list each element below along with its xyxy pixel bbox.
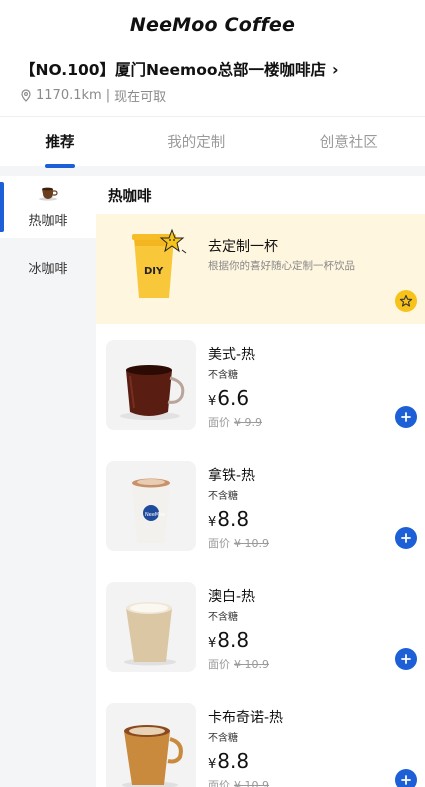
category-label: 冰咖啡 — [28, 261, 68, 277]
original-price: 面价 ¥ 9.9 — [208, 414, 262, 430]
currency-symbol: ¥ — [208, 757, 217, 772]
product-sugar: 不含糖 — [208, 370, 238, 381]
store-status: 现在可取 — [114, 90, 167, 105]
product-item[interactable]: 美式-热 不含糖 ¥ 6.6 面价 ¥ 9.9 — [96, 324, 425, 445]
currency-symbol: ¥ — [208, 636, 217, 651]
store-distance: 1170.1km — [36, 88, 102, 103]
americano-image — [106, 340, 196, 430]
product-price: ¥ 8.8 — [208, 628, 249, 652]
diy-card[interactable]: DIY 去定制一杯 根据你的喜好随心定制一杯饮品 — [96, 214, 425, 324]
menu-content: 热咖啡 冰咖啡 热咖啡 DIY 去定制一杯 根据你的喜好随心定制一杯饮品 美式-… — [0, 176, 425, 787]
original-price: 面价 ¥ 10.9 — [208, 777, 269, 787]
cappuccino-image — [106, 703, 196, 787]
original-price: 面价 ¥ 10.9 — [208, 535, 269, 551]
product-sugar: 不含糖 — [208, 612, 238, 623]
add-to-cart-button[interactable] — [395, 648, 417, 670]
add-to-cart-button[interactable] — [395, 406, 417, 428]
price-value: 6.6 — [217, 386, 250, 410]
tab-bar: 推荐 我的定制 创意社区 — [0, 116, 425, 166]
meta-separator: | — [105, 88, 111, 103]
coffee-cup-icon — [37, 185, 59, 206]
orig-price-value: ¥ 10.9 — [234, 779, 269, 787]
plus-icon — [401, 775, 411, 785]
plus-icon — [401, 654, 411, 664]
product-price: ¥ 8.8 — [208, 507, 249, 531]
orig-price-value: ¥ 10.9 — [234, 537, 269, 550]
svg-text:NeeMoo: NeeMoo — [145, 512, 165, 518]
tab-community[interactable]: 创意社区 — [273, 117, 425, 166]
category-hot-coffee[interactable]: 热咖啡 — [0, 176, 96, 238]
add-to-cart-button[interactable] — [395, 769, 417, 787]
product-item[interactable]: NeeMoo 拿铁-热 不含糖 ¥ 8.8 面价 ¥ 10.9 — [96, 445, 425, 566]
diy-title: 去定制一杯 — [208, 239, 278, 255]
price-value: 8.8 — [217, 507, 250, 531]
store-name-row[interactable]: 【NO.100】厦门Neemoo总部一楼咖啡店 › — [20, 58, 405, 80]
chevron-right-icon: › — [332, 59, 339, 79]
svg-text:DIY: DIY — [144, 266, 164, 277]
plus-icon — [401, 533, 411, 543]
add-to-cart-button[interactable] — [395, 527, 417, 549]
orig-label: 面价 — [208, 779, 230, 787]
product-item[interactable]: 澳白-热 不含糖 ¥ 8.8 面价 ¥ 10.9 — [96, 566, 425, 687]
product-price: ¥ 6.6 — [208, 386, 249, 410]
product-sugar: 不含糖 — [208, 733, 238, 744]
store-name: 【NO.100】厦门Neemoo总部一楼咖啡店 — [20, 61, 326, 79]
diy-cup-icon: DIY — [130, 228, 187, 302]
latte-image: NeeMoo — [106, 461, 196, 551]
orig-label: 面价 — [208, 658, 230, 671]
price-value: 8.8 — [217, 749, 250, 773]
plus-icon — [401, 412, 411, 422]
orig-label: 面价 — [208, 416, 230, 429]
product-name: 美式-热 — [208, 347, 256, 363]
location-pin-icon — [20, 89, 32, 102]
star-icon[interactable] — [395, 290, 417, 312]
category-iced-coffee[interactable]: 冰咖啡 — [0, 238, 96, 296]
original-price: 面价 ¥ 10.9 — [208, 656, 269, 672]
brand-logo: NeeMoo Coffee — [129, 14, 296, 36]
store-meta: 1170.1km | 现在可取 — [20, 86, 405, 105]
tab-recommend[interactable]: 推荐 — [0, 117, 120, 166]
category-sidebar: 热咖啡 冰咖啡 — [0, 176, 96, 787]
orig-label: 面价 — [208, 537, 230, 550]
orig-price-value: ¥ 9.9 — [234, 416, 262, 429]
price-value: 8.8 — [217, 628, 250, 652]
diy-subtitle: 根据你的喜好随心定制一杯饮品 — [208, 260, 355, 272]
product-price: ¥ 8.8 — [208, 749, 249, 773]
section-title: 热咖啡 — [108, 188, 152, 205]
product-name: 卡布奇诺-热 — [208, 710, 284, 726]
product-list: 热咖啡 DIY 去定制一杯 根据你的喜好随心定制一杯饮品 美式-热 不含糖 ¥ … — [96, 176, 425, 787]
product-item[interactable]: 卡布奇诺-热 不含糖 ¥ 8.8 面价 ¥ 10.9 — [96, 687, 425, 787]
product-name: 澳白-热 — [208, 589, 256, 605]
product-name: 拿铁-热 — [208, 468, 256, 484]
currency-symbol: ¥ — [208, 515, 217, 530]
category-label: 热咖啡 — [28, 214, 68, 229]
currency-symbol: ¥ — [208, 394, 217, 409]
orig-price-value: ¥ 10.9 — [234, 658, 269, 671]
flat-white-image — [106, 582, 196, 672]
tab-my-custom[interactable]: 我的定制 — [120, 117, 273, 166]
app-header: NeeMoo Coffee — [0, 0, 425, 50]
store-selector[interactable]: 【NO.100】厦门Neemoo总部一楼咖啡店 › 1170.1km | 现在可… — [0, 50, 425, 116]
product-sugar: 不含糖 — [208, 491, 238, 502]
